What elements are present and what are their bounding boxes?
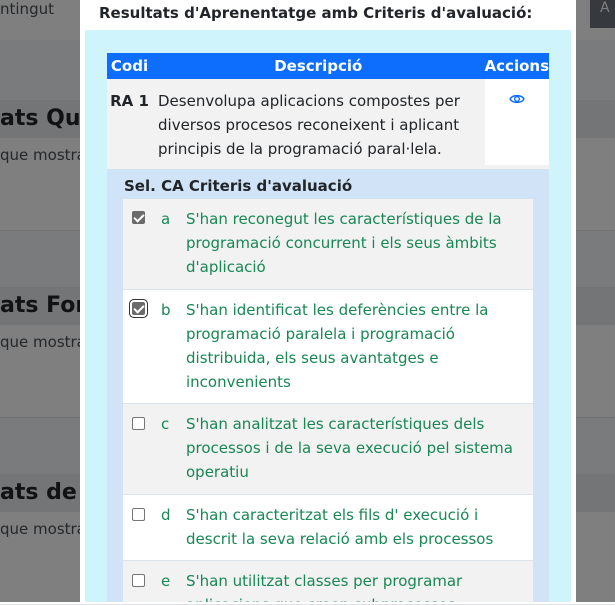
- header-sel: Sel.: [124, 177, 156, 195]
- criteria-text: S'han utilitzat classes per programar ap…: [186, 572, 463, 602]
- ra-code: RA 1: [107, 79, 152, 171]
- criteria-letter: a: [161, 210, 171, 228]
- column-header-actions: Accions: [484, 53, 549, 79]
- view-button[interactable]: [484, 79, 549, 165]
- table-row: RA 1 Desenvolupa aplicacions compostes p…: [107, 79, 549, 171]
- criteria-row-a: a S'han reconegut les característiques d…: [123, 199, 533, 290]
- ra-description: Desenvolupa aplicacions compostes per di…: [152, 79, 485, 171]
- criteria-row-e: e S'han utilitzat classes per programar …: [123, 561, 533, 602]
- header-criteria: Criteris d'avaluació: [188, 177, 353, 195]
- header-ca: CA: [161, 177, 184, 195]
- column-header-code: Codi: [107, 53, 152, 79]
- ra-table: Codi Descripció Accions RA 1 Desenvolupa…: [107, 53, 549, 171]
- criteria-text: S'han identificat les deferències entre …: [186, 301, 489, 391]
- criteria-modal: Resultats d'Aprenentatge amb Criteris d'…: [80, 0, 576, 602]
- criteria-text: S'han analitzat les característiques del…: [186, 415, 513, 481]
- modal-body: Codi Descripció Accions RA 1 Desenvolupa…: [85, 30, 571, 602]
- criteria-panel: Sel. CA Criteris d'avaluació a S'han rec…: [107, 169, 549, 602]
- criteria-text: S'han caracteritzat els fils d' execució…: [186, 506, 494, 548]
- criteria-letter: c: [161, 415, 170, 433]
- criteria-checkbox-c[interactable]: [132, 417, 145, 430]
- modal-title: Resultats d'Aprenentatge amb Criteris d'…: [99, 4, 533, 22]
- eye-icon: [508, 94, 525, 104]
- criteria-list: a S'han reconegut les característiques d…: [123, 199, 533, 602]
- criteria-row-d: d S'han caracteritzat els fils d' execuc…: [123, 495, 533, 561]
- criteria-text: S'han reconegut les característiques de …: [186, 210, 502, 276]
- criteria-checkbox-e[interactable]: [132, 574, 145, 587]
- criteria-checkbox-b[interactable]: [132, 302, 145, 315]
- ra-actions-cell: [484, 79, 549, 171]
- column-header-description: Descripció: [152, 53, 485, 79]
- criteria-checkbox-d[interactable]: [132, 508, 145, 521]
- criteria-row-c: c S'han analitzat les característiques d…: [123, 404, 533, 495]
- criteria-row-b: b S'han identificat les deferències entr…: [123, 290, 533, 404]
- criteria-checkbox-a[interactable]: [132, 211, 145, 224]
- criteria-letter: e: [161, 572, 171, 590]
- criteria-letter: b: [161, 301, 171, 319]
- criteria-header: Sel. CA Criteris d'avaluació: [124, 177, 352, 195]
- criteria-letter: d: [161, 506, 171, 524]
